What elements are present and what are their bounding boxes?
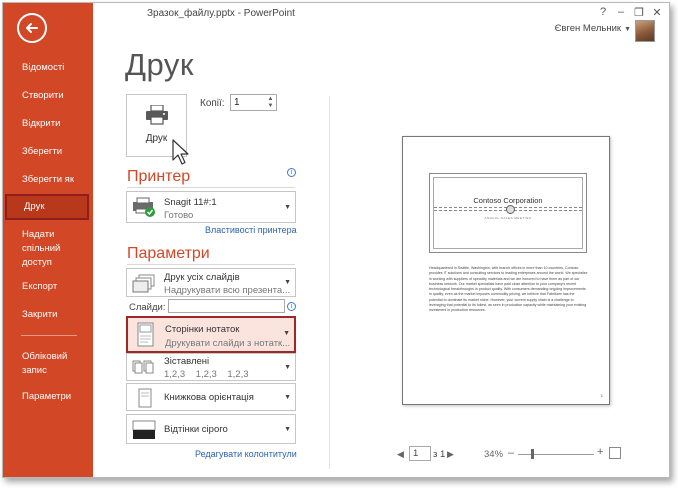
nav-item-save-as[interactable]: Зберегти як — [3, 173, 93, 187]
previous-page-button[interactable]: ◀ — [397, 449, 404, 460]
restore-button[interactable]: ❐ — [632, 6, 646, 19]
printer-status: Готово — [164, 210, 194, 221]
collation-sub: 1,2,3 1,2,3 1,2,3 — [164, 369, 249, 380]
dropdown-arrow-icon: ▼ — [284, 426, 291, 433]
edit-header-footer-link[interactable]: Редагувати колонтитули — [195, 449, 297, 459]
printer-status-icon — [133, 197, 155, 217]
orientation-value: Книжкова орієнтація — [164, 392, 254, 403]
printer-icon — [146, 105, 168, 125]
mouse-cursor-icon — [172, 139, 189, 165]
printer-properties-link[interactable]: Властивості принтера — [205, 225, 297, 235]
slides-label: Слайди: — [129, 302, 166, 313]
printer-name: Snagit 11#:1 — [164, 197, 217, 208]
title-bar: Зразок_файлу.pptx - PowerPoint — [93, 3, 669, 25]
dropdown-arrow-icon: ▼ — [284, 204, 291, 211]
layout-dropdown[interactable]: Сторінки нотаток Друкувати слайди з нота… — [126, 316, 296, 353]
slide-frame: Contoso Corporation ANNUAL SALES MEETING — [433, 177, 583, 249]
panel-divider — [329, 96, 330, 469]
slide-title: Contoso Corporation — [473, 196, 543, 205]
zoom-level: 34% — [484, 449, 504, 460]
current-page-input[interactable]: 1 — [409, 446, 431, 461]
print-range-sub: Надрукувати всю презента... — [164, 285, 291, 296]
dropdown-arrow-icon: ▼ — [284, 279, 291, 286]
dropdown-arrow-icon: ▼ — [283, 330, 290, 337]
backstage-nav: Відомості Створити Відкрити Зберегти Збе… — [3, 3, 93, 477]
spin-up-icon[interactable]: ▲ — [266, 96, 275, 103]
slide-ornament — [506, 205, 515, 214]
section-divider — [127, 264, 295, 265]
color-dropdown[interactable]: Відтінки сірого ▼ — [126, 414, 296, 444]
nav-item-share[interactable]: Надати спільний доступ — [3, 228, 83, 270]
nav-item-account[interactable]: Обліковий запис — [3, 350, 79, 378]
collated-icon — [132, 360, 154, 374]
nav-separator — [21, 335, 77, 336]
nav-item-new[interactable]: Створити — [3, 89, 93, 103]
powerpoint-window: Відомості Створити Відкрити Зберегти Збе… — [2, 2, 670, 478]
printer-dropdown[interactable]: Snagit 11#:1 Готово ▼ — [126, 191, 296, 223]
spin-down-icon[interactable]: ▼ — [266, 103, 275, 110]
collation-dropdown[interactable]: Зіставлені 1,2,3 1,2,3 1,2,3 ▼ — [126, 353, 296, 381]
zoom-slider-handle[interactable] — [531, 449, 534, 459]
page-count: з 1 — [433, 449, 446, 460]
arrow-left-icon — [26, 23, 38, 33]
help-button[interactable]: ? — [596, 6, 610, 18]
zoom-slider[interactable] — [518, 454, 594, 455]
user-name-label: Євген Мельник — [554, 23, 622, 34]
section-divider — [127, 187, 295, 188]
slides-input[interactable] — [168, 299, 285, 313]
nav-item-options[interactable]: Параметри — [3, 390, 93, 404]
zoom-to-page-icon[interactable] — [609, 447, 621, 459]
info-icon[interactable]: i — [287, 302, 296, 311]
avatar[interactable] — [635, 20, 655, 42]
minimize-button[interactable]: – — [614, 6, 628, 18]
layout-main: Сторінки нотаток — [165, 324, 240, 335]
notes-text: Headquartered in Seattle, Washington, wi… — [429, 266, 588, 313]
nav-item-info[interactable]: Відомості — [3, 61, 93, 75]
info-icon[interactable]: i — [287, 168, 296, 177]
nav-item-export[interactable]: Експорт — [3, 280, 93, 294]
dropdown-arrow-icon: ▼ — [284, 394, 291, 401]
grayscale-icon — [132, 420, 156, 439]
portrait-icon — [138, 388, 152, 408]
copies-label: Копії: — [200, 98, 225, 109]
caret-down-icon: ▼ — [624, 26, 631, 33]
slide-thumbnail: Contoso Corporation ANNUAL SALES MEETING — [429, 173, 587, 253]
color-value: Відтінки сірого — [164, 424, 228, 435]
all-slides-icon — [132, 274, 155, 293]
print-preview-page: Contoso Corporation ANNUAL SALES MEETING… — [402, 136, 610, 405]
nav-item-print[interactable]: Друк — [5, 194, 89, 220]
close-window-button[interactable]: ✕ — [650, 6, 664, 19]
user-account[interactable]: Євген Мельник ▼ — [555, 23, 631, 34]
copies-value: 1 — [234, 97, 240, 108]
window-title: Зразок_файлу.pptx - PowerPoint — [147, 8, 295, 19]
print-range-dropdown[interactable]: Друк усіх слайдів Надрукувати всю презен… — [126, 268, 296, 297]
orientation-dropdown[interactable]: Книжкова орієнтація ▼ — [126, 383, 296, 411]
copies-stepper[interactable]: 1 ▲ ▼ — [230, 94, 277, 111]
printer-section-title: Принтер — [127, 168, 191, 185]
print-range-main: Друк усіх слайдів — [164, 272, 240, 283]
zoom-out-button[interactable]: – — [508, 447, 514, 459]
zoom-in-button[interactable]: + — [597, 446, 603, 458]
nav-item-open[interactable]: Відкрити — [3, 117, 93, 131]
dropdown-arrow-icon: ▼ — [284, 364, 291, 371]
settings-section-title: Параметри — [127, 245, 210, 262]
collation-main: Зіставлені — [164, 356, 210, 367]
back-button[interactable] — [17, 13, 47, 43]
next-page-button[interactable]: ▶ — [447, 449, 454, 460]
slide-subtitle: ANNUAL SALES MEETING — [484, 216, 532, 220]
page-title: Друк — [125, 47, 194, 82]
layout-sub: Друкувати слайди з нотатк... — [165, 338, 291, 349]
page-number: 1 — [600, 393, 603, 398]
nav-item-save[interactable]: Зберегти — [3, 145, 93, 159]
nav-item-close[interactable]: Закрити — [3, 308, 93, 322]
notes-page-icon — [137, 322, 154, 347]
